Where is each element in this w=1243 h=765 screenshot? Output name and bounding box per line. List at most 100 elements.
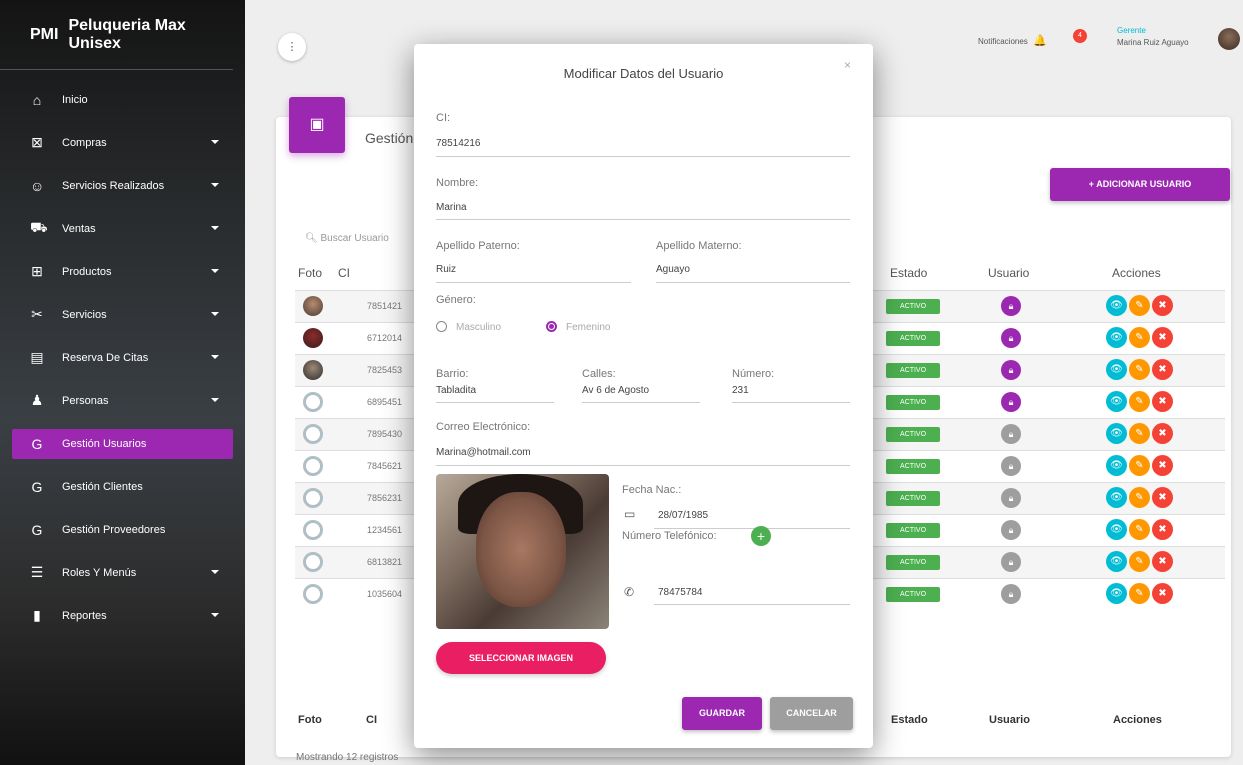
apellido-materno-field[interactable]: Aguayo <box>656 264 690 275</box>
view-icon[interactable]: 👁︎ <box>1106 487 1127 508</box>
status-badge[interactable]: ACTIVO <box>886 299 940 314</box>
edit-icon[interactable]: ✎ <box>1129 359 1150 380</box>
sidebar-item-gesti-n-clientes[interactable]: G Gestión Clientes <box>0 465 245 508</box>
add-user-button[interactable]: + ADICIONAR USUARIO <box>1050 168 1230 201</box>
view-icon[interactable]: 👁︎ <box>1106 327 1127 348</box>
lock-icon[interactable]: 🔒︎ <box>1001 296 1021 316</box>
ci-field[interactable]: 78514216 <box>436 138 481 149</box>
delete-icon[interactable]: ✖ <box>1152 519 1173 540</box>
edit-icon[interactable]: ✎ <box>1129 487 1150 508</box>
edit-icon[interactable]: ✎ <box>1129 519 1150 540</box>
caret-down-icon[interactable] <box>211 613 219 617</box>
barrio-field[interactable]: Tabladita <box>436 385 476 396</box>
view-icon[interactable]: 👁︎ <box>1106 359 1127 380</box>
lock-icon[interactable]: 🔒︎ <box>1001 584 1021 604</box>
view-icon[interactable]: 👁︎ <box>1106 423 1127 444</box>
lock-icon[interactable]: 🔒︎ <box>1001 328 1021 348</box>
caret-down-icon[interactable] <box>211 355 219 359</box>
lock-icon[interactable]: 🔒︎ <box>1001 360 1021 380</box>
delete-icon[interactable]: ✖ <box>1152 423 1173 444</box>
sidebar-item-productos[interactable]: ⊞ Productos <box>0 250 245 293</box>
lock-icon[interactable]: 🔒︎ <box>1001 424 1021 444</box>
delete-icon[interactable]: ✖ <box>1152 327 1173 348</box>
femenino-label[interactable]: Femenino <box>566 322 610 333</box>
nombre-field[interactable]: Marina <box>436 202 467 213</box>
header-estado[interactable]: Estado <box>890 266 927 280</box>
view-icon[interactable]: 👁︎ <box>1106 391 1127 412</box>
lock-icon[interactable]: 🔒︎ <box>1001 392 1021 412</box>
cancel-button[interactable]: CANCELAR <box>770 697 853 730</box>
delete-icon[interactable]: ✖ <box>1152 391 1173 412</box>
delete-icon[interactable]: ✖ <box>1152 551 1173 572</box>
status-badge[interactable]: ACTIVO <box>886 587 940 602</box>
correo-field[interactable]: Marina@hotmail.com <box>436 447 531 458</box>
header-usuario[interactable]: Usuario <box>988 266 1029 280</box>
search-input[interactable]: 🔍︎ Buscar Usuario <box>305 233 389 244</box>
masculino-label[interactable]: Masculino <box>456 322 501 333</box>
edit-icon[interactable]: ✎ <box>1129 295 1150 316</box>
status-badge[interactable]: ACTIVO <box>886 555 940 570</box>
edit-icon[interactable]: ✎ <box>1129 583 1150 604</box>
status-badge[interactable]: ACTIVO <box>886 491 940 506</box>
status-badge[interactable]: ACTIVO <box>886 427 940 442</box>
view-icon[interactable]: 👁︎ <box>1106 519 1127 540</box>
femenino-radio[interactable] <box>546 321 557 332</box>
menu-dots-button[interactable]: ⋮ <box>278 33 306 61</box>
delete-icon[interactable]: ✖ <box>1152 455 1173 476</box>
lock-icon[interactable]: 🔒︎ <box>1001 520 1021 540</box>
edit-icon[interactable]: ✎ <box>1129 391 1150 412</box>
status-badge[interactable]: ACTIVO <box>886 395 940 410</box>
brand[interactable]: PMI Peluqueria Max Unisex <box>0 0 233 70</box>
notifications-link[interactable]: Notificaciones 🔔 4 <box>978 29 1087 47</box>
caret-down-icon[interactable] <box>211 269 219 273</box>
user-name[interactable]: Marina Ruiz Aguayo <box>1117 38 1189 47</box>
edit-icon[interactable]: ✎ <box>1129 423 1150 444</box>
sidebar-item-reserva-de-citas[interactable]: ▤ Reserva De Citas <box>0 336 245 379</box>
edit-icon[interactable]: ✎ <box>1129 455 1150 476</box>
sidebar-item-servicios-realizados[interactable]: ☺ Servicios Realizados <box>0 164 245 207</box>
delete-icon[interactable]: ✖ <box>1152 359 1173 380</box>
header-acciones[interactable]: Acciones <box>1112 266 1161 280</box>
sidebar-item-servicios[interactable]: ✂ Servicios <box>0 293 245 336</box>
close-icon[interactable]: × <box>844 58 851 72</box>
select-image-button[interactable]: SELECCIONAR IMAGEN <box>436 642 606 674</box>
view-icon[interactable]: 👁︎ <box>1106 551 1127 572</box>
delete-icon[interactable]: ✖ <box>1152 583 1173 604</box>
caret-down-icon[interactable] <box>211 398 219 402</box>
fecha-field[interactable]: 28/07/1985 <box>658 510 708 521</box>
save-button[interactable]: GUARDAR <box>682 697 762 730</box>
numero-field[interactable]: 231 <box>732 385 749 396</box>
view-icon[interactable]: 👁︎ <box>1106 455 1127 476</box>
sidebar-item-ventas[interactable]: ⛟ Ventas <box>0 207 245 250</box>
caret-down-icon[interactable] <box>211 570 219 574</box>
view-icon[interactable]: 👁︎ <box>1106 583 1127 604</box>
header-foto[interactable]: Foto <box>298 266 322 280</box>
lock-icon[interactable]: 🔒︎ <box>1001 456 1021 476</box>
view-icon[interactable]: 👁︎ <box>1106 295 1127 316</box>
sidebar-item-reportes[interactable]: ▮ Reportes <box>0 594 245 637</box>
delete-icon[interactable]: ✖ <box>1152 487 1173 508</box>
apellido-paterno-field[interactable]: Ruiz <box>436 264 456 275</box>
caret-down-icon[interactable] <box>211 140 219 144</box>
calles-field[interactable]: Av 6 de Agosto <box>582 385 649 396</box>
sidebar-item-compras[interactable]: ⊠ Compras <box>0 121 245 164</box>
user-avatar[interactable] <box>1218 28 1240 50</box>
caret-down-icon[interactable] <box>211 226 219 230</box>
status-badge[interactable]: ACTIVO <box>886 523 940 538</box>
caret-down-icon[interactable] <box>211 183 219 187</box>
status-badge[interactable]: ACTIVO <box>886 459 940 474</box>
sidebar-item-gesti-n-proveedores[interactable]: G Gestión Proveedores <box>0 508 245 551</box>
sidebar-item-gesti-n-usuarios[interactable]: G Gestión Usuarios <box>12 429 233 459</box>
edit-icon[interactable]: ✎ <box>1129 551 1150 572</box>
sidebar-item-roles-y-men-s[interactable]: ☰ Roles Y Menús <box>0 551 245 594</box>
delete-icon[interactable]: ✖ <box>1152 295 1173 316</box>
masculino-radio[interactable] <box>436 321 447 332</box>
lock-icon[interactable]: 🔒︎ <box>1001 552 1021 572</box>
sidebar-item-inicio[interactable]: ⌂ Inicio <box>0 78 245 121</box>
lock-icon[interactable]: 🔒︎ <box>1001 488 1021 508</box>
status-badge[interactable]: ACTIVO <box>886 363 940 378</box>
header-ci[interactable]: CI <box>338 266 350 280</box>
status-badge[interactable]: ACTIVO <box>886 331 940 346</box>
telefono-field[interactable]: 78475784 <box>658 587 703 598</box>
sidebar-item-personas[interactable]: ♟ Personas <box>0 379 245 422</box>
